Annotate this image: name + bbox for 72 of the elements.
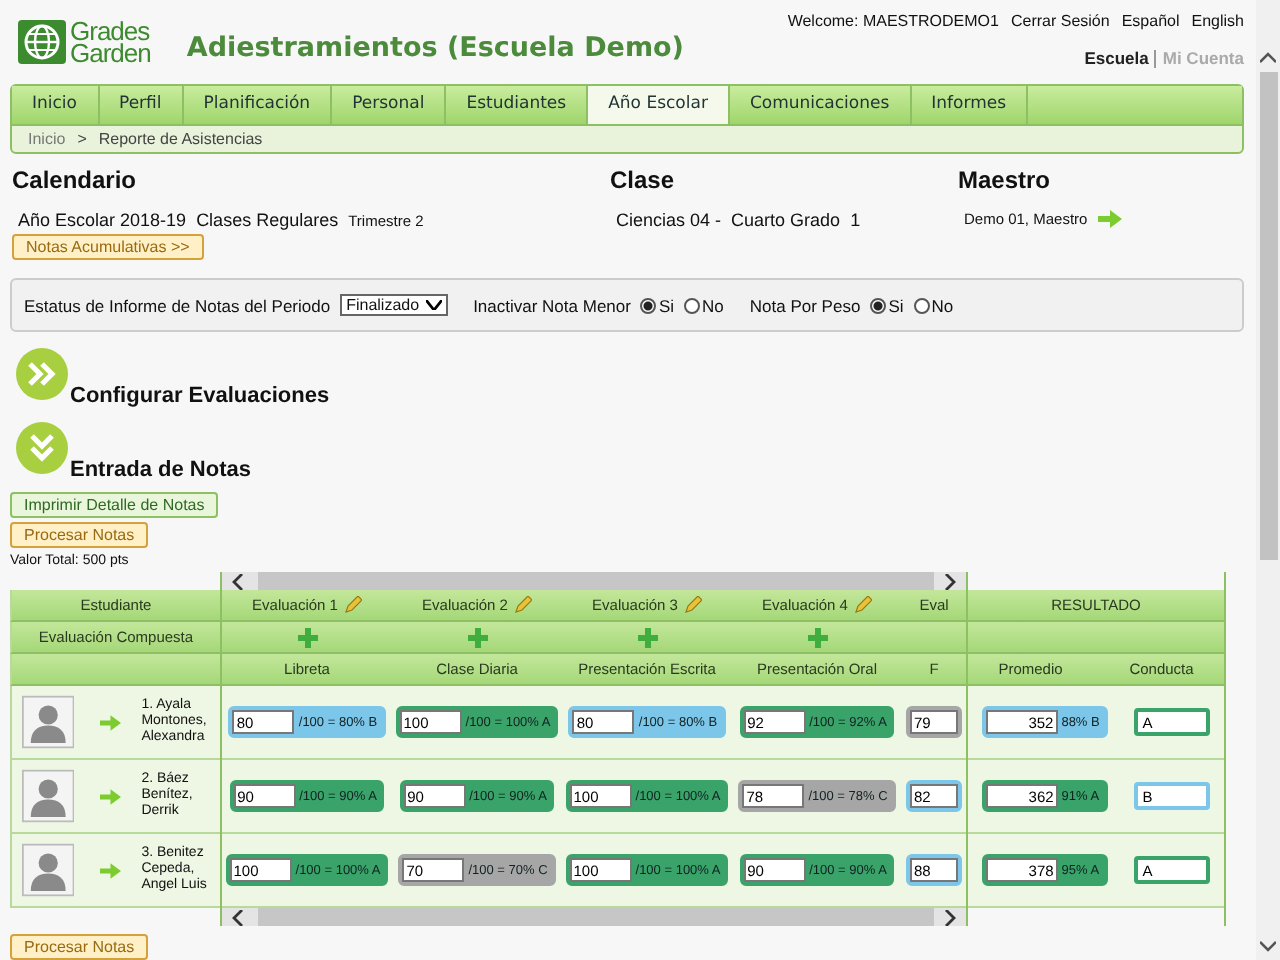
- class-text: 1: [850, 210, 861, 230]
- logo-text: Garden: [70, 42, 151, 64]
- radio-label: Si: [658, 295, 675, 315]
- avatar-icon: [22, 692, 75, 752]
- process-grades-button[interactable]: Procesar Notas: [10, 522, 149, 548]
- breadcrumb-item[interactable]: Inicio: [28, 130, 66, 148]
- cumulative-grades-button[interactable]: Notas Acumulativas >>: [12, 234, 204, 260]
- nav-tab[interactable]: Inicio: [12, 86, 99, 124]
- header-link[interactable]: Español: [1121, 12, 1180, 30]
- print-details-button[interactable]: Imprimir Detalle de Notas: [10, 492, 219, 518]
- calendar-text: Año Escolar 2018-19: [18, 210, 187, 230]
- radio-label: No: [931, 295, 954, 315]
- radio-button[interactable]: [684, 297, 701, 313]
- nav-tab[interactable]: Planificación: [183, 86, 333, 124]
- add-icon[interactable]: [467, 627, 487, 647]
- logo-text: Grades: [70, 20, 151, 42]
- arrow-icon[interactable]: [100, 713, 122, 731]
- header-link[interactable]: English: [1191, 12, 1244, 30]
- page-title: Adiestramientos (Escuela Demo): [186, 32, 684, 64]
- avatar-icon: [22, 840, 75, 900]
- process-grades-button[interactable]: Procesar Notas: [10, 934, 149, 960]
- class-text: Ciencias 04 -: [616, 210, 722, 230]
- globe-logo-icon: [18, 20, 66, 64]
- horizontal-scrollbar[interactable]: [222, 908, 966, 926]
- add-icon[interactable]: [637, 627, 657, 647]
- arrow-icon[interactable]: [100, 861, 122, 879]
- breadcrumb-separator: >: [77, 130, 87, 148]
- section-heading: Maestro: [958, 166, 1051, 194]
- chevron-right-icon[interactable]: [942, 573, 958, 589]
- header-link[interactable]: Cerrar Sesión: [1010, 12, 1110, 30]
- status-dropdown[interactable]: Finalizado: [340, 294, 448, 316]
- context-link[interactable]: Escuela: [1084, 48, 1149, 68]
- avatar-icon: [22, 766, 75, 826]
- radio-button[interactable]: [870, 297, 887, 313]
- chevron-left-icon[interactable]: [230, 909, 246, 925]
- pencil-icon[interactable]: [513, 596, 532, 614]
- nav-tab[interactable]: Personal: [332, 86, 447, 124]
- nav-tab[interactable]: Informes: [911, 86, 1029, 124]
- expand-right-icon[interactable]: [16, 348, 68, 400]
- pencil-icon[interactable]: [853, 596, 872, 614]
- filter-label: Estatus de Informe de Notas del Periodo: [24, 295, 331, 315]
- section-title[interactable]: Entrada de Notas: [70, 458, 251, 482]
- vertical-scrollbar[interactable]: [1256, 0, 1280, 960]
- caret-icon: [425, 300, 442, 310]
- filter-label: Nota Por Peso: [749, 295, 861, 315]
- calendar-text: Clases Regulares: [196, 210, 339, 230]
- chevron-down-icon[interactable]: [1260, 940, 1276, 952]
- add-icon[interactable]: [297, 627, 317, 647]
- radio-label: Si: [888, 295, 904, 315]
- nav-tab[interactable]: Año Escolar: [588, 86, 730, 124]
- radio-button[interactable]: [640, 297, 657, 313]
- radio-button[interactable]: [913, 297, 930, 313]
- pencil-icon[interactable]: [343, 596, 362, 614]
- arrow-icon[interactable]: [100, 787, 122, 805]
- chevron-up-icon[interactable]: [1260, 52, 1276, 64]
- section-heading: Calendario: [12, 166, 137, 194]
- nav-tab[interactable]: Comunicaciones: [729, 86, 912, 124]
- welcome-text: Welcome: MAESTRODEMO1: [787, 12, 999, 30]
- horizontal-scrollbar[interactable]: [222, 572, 966, 590]
- arrow-icon[interactable]: [1097, 210, 1122, 228]
- section-heading: Clase: [610, 166, 675, 194]
- expand-down-icon[interactable]: [16, 422, 68, 474]
- class-text: Cuarto Grado: [731, 210, 841, 230]
- filter-label: Inactivar Nota Menor: [473, 295, 631, 315]
- pencil-icon[interactable]: [683, 596, 702, 614]
- add-icon[interactable]: [807, 627, 827, 647]
- chevron-right-icon[interactable]: [942, 909, 958, 925]
- breadcrumb-item: Reporte de Asistencias: [98, 130, 263, 148]
- chevron-left-icon[interactable]: [230, 573, 246, 589]
- radio-label: No: [702, 295, 724, 315]
- nav-tab[interactable]: Perfil: [99, 86, 184, 124]
- section-title[interactable]: Configurar Evaluaciones: [70, 384, 330, 408]
